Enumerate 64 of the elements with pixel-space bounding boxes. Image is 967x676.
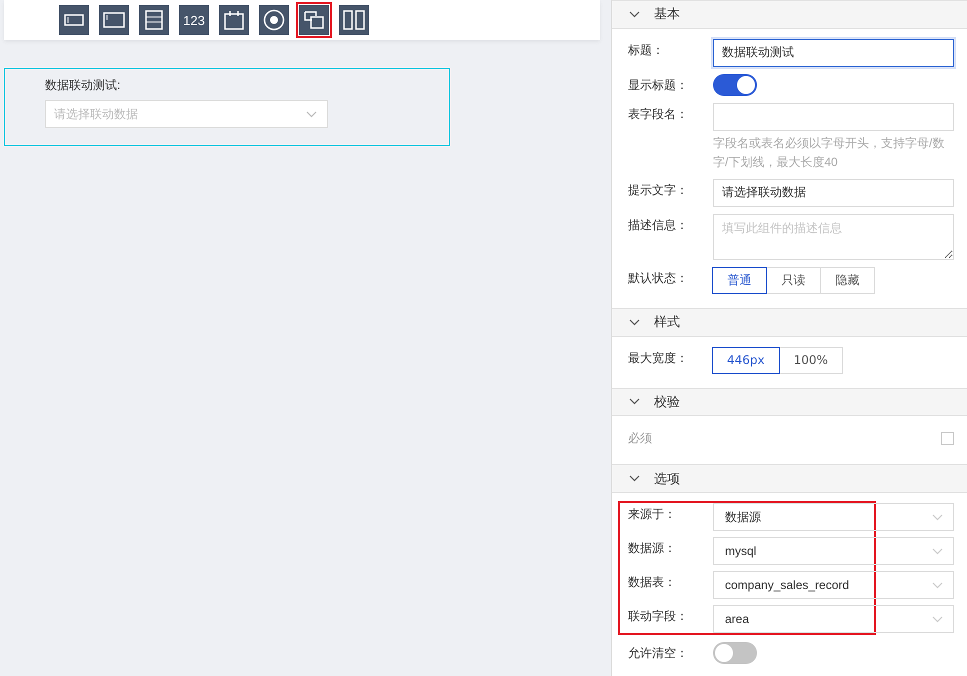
field-label: 最大宽度： <box>628 350 689 366</box>
field-label: 数据源： <box>628 540 677 557</box>
section-header[interactable]: 校验 <box>612 388 967 416</box>
input-box-icon <box>64 14 84 26</box>
tool-button[interactable]: 123 <box>176 2 212 38</box>
table-icon <box>145 10 163 30</box>
field-label: 数据表： <box>628 574 677 591</box>
description-textarea[interactable]: 填写此组件的描述信息 <box>713 214 954 260</box>
field-label: 允许清空： <box>628 645 689 662</box>
segment-button[interactable]: 100% <box>778 346 843 374</box>
text-input[interactable]: 数据联动测试 <box>713 38 954 67</box>
radio-icon <box>263 9 285 31</box>
segment-button[interactable]: 普通 <box>712 266 767 294</box>
text-input[interactable]: 请选择联动数据 <box>713 178 954 207</box>
field-label: 表字段名： <box>628 106 689 123</box>
toggle-switch[interactable] <box>713 74 757 96</box>
segment-button[interactable]: 446px <box>712 346 780 374</box>
field-label: 来源于： <box>628 506 677 523</box>
hint-text: 字段名或表名必须以字母开头，支持字母/数字/下划线，最大长度40 <box>713 134 946 171</box>
field-label: 默认状态： <box>628 270 689 287</box>
chevron-down-icon <box>629 398 640 406</box>
section-header[interactable]: 样式 <box>612 308 967 336</box>
section-header[interactable]: 选项 <box>612 464 967 493</box>
tool-button[interactable] <box>56 2 92 38</box>
section-title: 选项 <box>654 470 680 488</box>
columns-icon <box>343 10 365 30</box>
field-label: 必须 <box>628 430 652 447</box>
field-label: 显示标题： <box>628 76 689 94</box>
chevron-down-icon <box>629 318 640 326</box>
calendar-icon <box>224 10 244 30</box>
tool-button[interactable] <box>216 2 252 38</box>
chevron-down-icon <box>306 110 317 118</box>
tool-button[interactable] <box>256 2 292 38</box>
field-label: 标题： <box>628 42 665 59</box>
select-field[interactable]: 数据源 <box>713 503 954 531</box>
segment-button[interactable]: 只读 <box>766 266 821 294</box>
field-label: 联动字段： <box>628 608 689 625</box>
segment-button[interactable]: 隐藏 <box>820 266 875 294</box>
field-label: 数据联动测试: <box>45 77 122 94</box>
select-field[interactable]: company_sales_record <box>713 571 954 599</box>
section-title: 样式 <box>654 313 680 332</box>
tool-button[interactable] <box>296 2 332 38</box>
text-area-icon <box>103 12 125 28</box>
chevron-down-icon <box>932 548 943 554</box>
tool-button[interactable] <box>336 2 372 38</box>
section-title: 基本 <box>654 5 680 24</box>
section-header[interactable]: 基本 <box>612 0 967 29</box>
chevron-down-icon <box>932 582 943 588</box>
field-label: 提示文字： <box>628 182 689 199</box>
text-input[interactable] <box>713 102 954 131</box>
number-label: 123 <box>183 12 205 28</box>
select-field[interactable]: area <box>713 605 954 633</box>
chevron-down-icon <box>932 616 943 622</box>
toggle-switch[interactable] <box>713 642 757 664</box>
field-label: 描述信息： <box>628 216 689 234</box>
chevron-down-icon <box>932 514 943 520</box>
chevron-down-icon <box>629 10 640 18</box>
overlapping-squares-icon <box>304 11 324 29</box>
checkbox[interactable] <box>941 432 954 445</box>
tool-button[interactable] <box>136 2 172 38</box>
tool-button[interactable] <box>96 2 132 38</box>
section-title: 校验 <box>654 392 680 411</box>
select-field[interactable]: mysql <box>713 537 954 565</box>
chevron-down-icon <box>629 475 640 482</box>
